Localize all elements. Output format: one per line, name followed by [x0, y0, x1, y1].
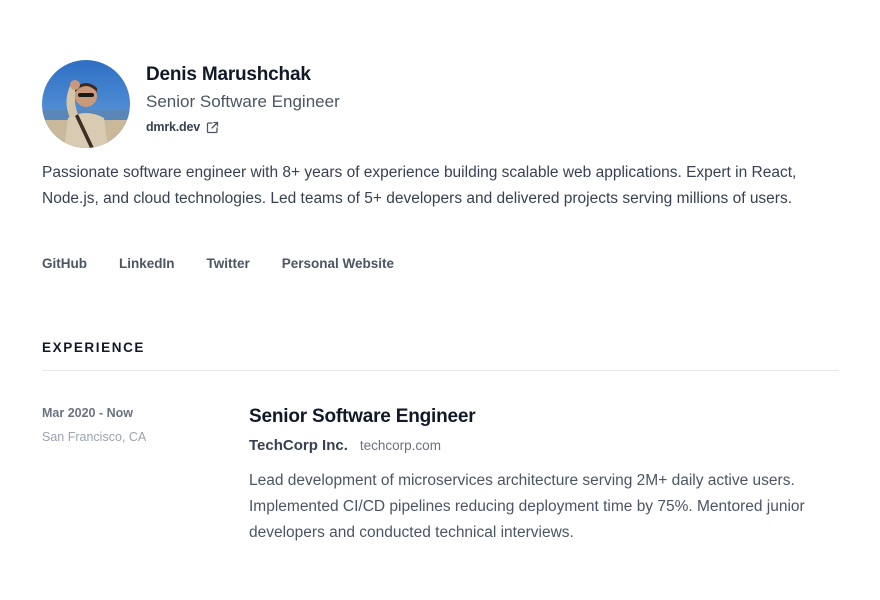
social-links: GitHub LinkedIn Twitter Personal Website [42, 255, 426, 273]
section-divider [42, 370, 839, 371]
profile-title: Senior Software Engineer [146, 92, 340, 111]
job-company-row: TechCorp Inc. techcorp.com [249, 437, 819, 454]
job-title: Senior Software Engineer [249, 406, 476, 427]
github-link[interactable]: GitHub [42, 255, 87, 273]
experience-heading: EXPERIENCE [42, 340, 146, 355]
profile-summary: Passionate software engineer with 8+ yea… [42, 164, 797, 207]
company-website-link[interactable]: techcorp.com [360, 438, 441, 453]
linkedin-link[interactable]: LinkedIn [119, 255, 175, 273]
twitter-link[interactable]: Twitter [207, 255, 250, 273]
profile-text: Denis Marushchak Senior Software Enginee… [146, 60, 340, 134]
resume-page: Denis Marushchak Senior Software Enginee… [0, 0, 880, 600]
job-dates: Mar 2020 - Now [42, 406, 134, 420]
website-link-label: dmrk.dev [146, 120, 200, 134]
external-link-icon [206, 121, 219, 134]
profile-name: Denis Marushchak [146, 64, 311, 85]
personal-website-link[interactable]: Personal Website [282, 255, 394, 273]
job-location: San Francisco, CA [42, 430, 147, 444]
avatar [42, 60, 130, 148]
job-entry: Senior Software Engineer TechCorp Inc. t… [249, 405, 819, 546]
avatar-photo [42, 60, 130, 148]
website-link[interactable]: dmrk.dev [146, 120, 340, 134]
profile-header: Denis Marushchak Senior Software Enginee… [42, 60, 340, 148]
job-description: Lead development of microservices archit… [249, 472, 805, 541]
job-meta: Mar 2020 - Now San Francisco, CA [42, 404, 232, 446]
job-company: TechCorp Inc. [249, 437, 348, 454]
